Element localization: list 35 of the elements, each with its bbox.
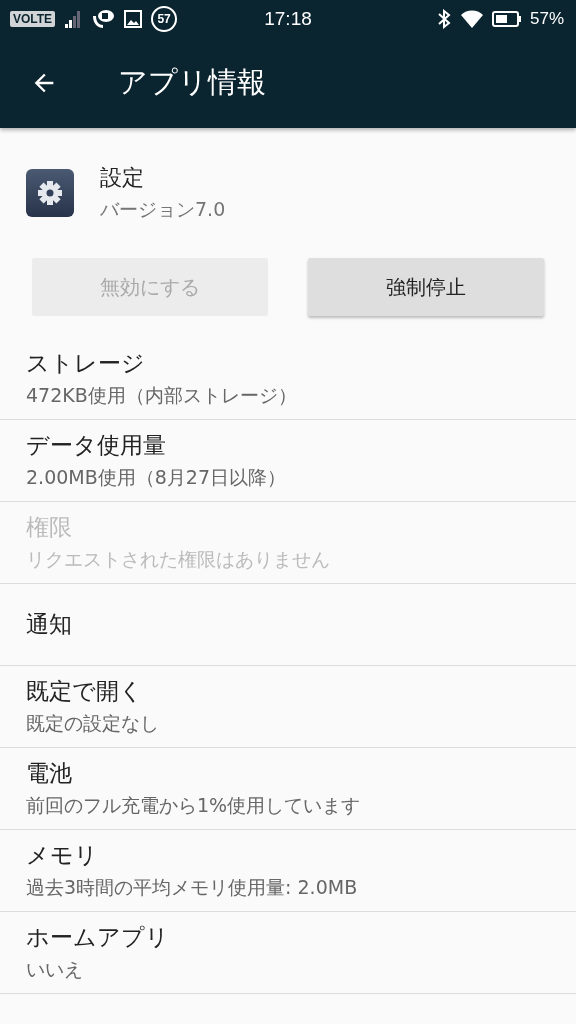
video-call-icon xyxy=(91,8,116,30)
row-subtitle: 既定の設定なし xyxy=(26,711,160,736)
notification-count: 57 xyxy=(151,6,178,32)
settings-row[interactable]: 既定で開く 既定の設定なし xyxy=(0,666,576,748)
row-title: ホームアプリ xyxy=(26,923,170,952)
row-subtitle: いいえ xyxy=(26,957,84,982)
force-stop-button[interactable]: 強制停止 xyxy=(308,258,544,316)
row-title: 通知 xyxy=(26,610,73,639)
row-subtitle: 472KB使用（内部ストレージ） xyxy=(26,383,298,408)
row-title: メモリ xyxy=(26,841,99,870)
row-subtitle: 2.00MB使用（8月27日以降） xyxy=(26,465,287,490)
settings-row[interactable]: 通知 xyxy=(0,584,576,666)
row-subtitle: 過去3時間の平均メモリ使用量: 2.0MB xyxy=(26,875,359,900)
settings-row[interactable]: ストレージ 472KB使用（内部ストレージ） xyxy=(0,338,576,420)
row-title: データ使用量 xyxy=(26,431,167,460)
settings-row[interactable]: メモリ 過去3時間の平均メモリ使用量: 2.0MB xyxy=(0,830,576,912)
row-subtitle: 前回のフル充電から1%使用しています xyxy=(26,793,362,818)
settings-app-icon xyxy=(26,169,74,217)
toolbar-title: アプリ情報 xyxy=(118,64,266,101)
row-title: 電池 xyxy=(26,759,73,788)
battery-percent: 57% xyxy=(529,9,564,29)
row-title: 既定で開く xyxy=(26,677,144,706)
settings-row[interactable]: 電池 前回のフル充電から1%使用しています xyxy=(0,748,576,830)
network-badge: VOLTE xyxy=(10,11,56,27)
app-name: 設定 xyxy=(100,164,145,192)
row-subtitle: リクエストされた権限はありません xyxy=(26,547,331,572)
wifi-icon xyxy=(459,9,484,29)
image-icon xyxy=(123,9,144,29)
app-version: バージョン7.0 xyxy=(100,197,226,222)
row-title: ストレージ xyxy=(26,349,146,378)
clock: 17:18 xyxy=(264,8,312,30)
battery-icon xyxy=(491,11,522,27)
settings-row[interactable]: ホームアプリ いいえ xyxy=(0,912,576,994)
row-title: 権限 xyxy=(26,513,73,542)
settings-row[interactable]: データ使用量 2.00MB使用（8月27日以降） xyxy=(0,420,576,502)
